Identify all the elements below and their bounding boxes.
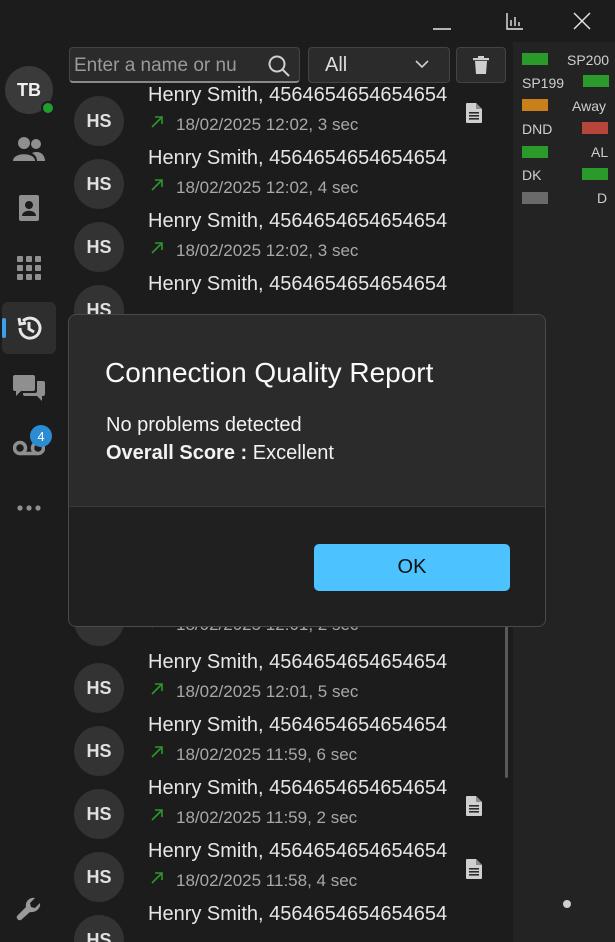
overall-score: Overall Score : Excellent [106,442,334,465]
score-label: Overall Score : [106,442,248,464]
score-value: Excellent [252,442,334,464]
dialog-overlay: Connection Quality Report No problems de… [0,0,615,942]
dialog-footer: OK [69,506,545,626]
dialog-message: No problems detected [106,414,302,436]
ok-button[interactable]: OK [314,544,510,591]
connection-quality-dialog: Connection Quality Report No problems de… [68,314,546,627]
dialog-title: Connection Quality Report [105,357,434,388]
